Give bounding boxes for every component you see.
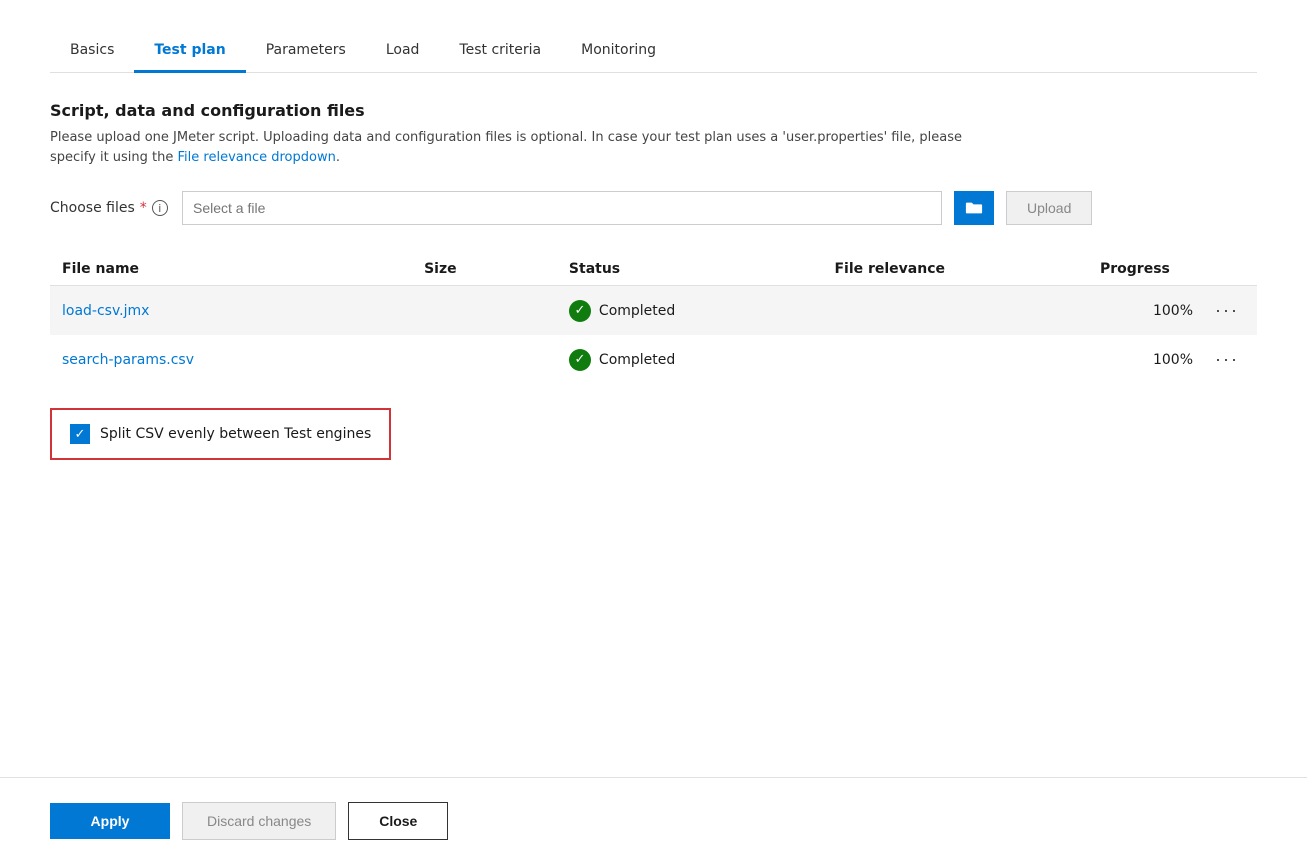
section-title: Script, data and configuration files [50, 101, 1257, 120]
relevance-cell-1 [822, 286, 1088, 336]
col-header-progress: Progress [1088, 253, 1257, 286]
tab-bar: Basics Test plan Parameters Load Test cr… [50, 30, 1257, 73]
status-check-icon-2 [569, 349, 591, 371]
more-options-button-2[interactable]: ··· [1209, 347, 1245, 372]
split-csv-checkbox-container[interactable]: Split CSV evenly between Test engines [50, 408, 391, 460]
status-check-icon-1 [569, 300, 591, 322]
tab-load[interactable]: Load [366, 30, 440, 73]
split-csv-label: Split CSV evenly between Test engines [100, 426, 371, 442]
file-browse-button[interactable] [954, 191, 994, 225]
tab-basics[interactable]: Basics [50, 30, 134, 73]
col-header-status: Status [557, 253, 823, 286]
files-table: File name Size Status File relevance Pro… [50, 253, 1257, 384]
footer: Apply Discard changes Close [0, 777, 1307, 864]
table-row: load-csv.jmx Completed 100% ··· [50, 286, 1257, 336]
filename-cell-2[interactable]: search-params.csv [50, 335, 412, 384]
progress-cell-2: 100% ··· [1088, 335, 1257, 384]
status-text-2: Completed [599, 352, 675, 368]
section-description: Please upload one JMeter script. Uploadi… [50, 128, 1000, 167]
info-icon[interactable]: i [152, 200, 168, 216]
upload-button[interactable]: Upload [1006, 191, 1092, 225]
status-cell-1: Completed [557, 286, 823, 336]
file-input-row: Choose files * i Upload [50, 191, 1257, 225]
col-header-relevance: File relevance [822, 253, 1088, 286]
relevance-cell-2 [822, 335, 1088, 384]
size-cell-1 [412, 286, 557, 336]
apply-button[interactable]: Apply [50, 803, 170, 839]
table-row: search-params.csv Completed 100% ··· [50, 335, 1257, 384]
tab-parameters[interactable]: Parameters [246, 30, 366, 73]
size-cell-2 [412, 335, 557, 384]
progress-value-1: 100% [1153, 303, 1193, 319]
close-button[interactable]: Close [348, 802, 448, 840]
status-text-1: Completed [599, 303, 675, 319]
file-select-input[interactable] [182, 191, 942, 225]
progress-cell-1: 100% ··· [1088, 286, 1257, 336]
split-csv-checkbox[interactable] [70, 424, 90, 444]
tab-test-criteria[interactable]: Test criteria [439, 30, 561, 73]
tab-monitoring[interactable]: Monitoring [561, 30, 676, 73]
tab-test-plan[interactable]: Test plan [134, 30, 245, 73]
filename-cell-1[interactable]: load-csv.jmx [50, 286, 412, 336]
col-header-size: Size [412, 253, 557, 286]
choose-files-label: Choose files * i [50, 200, 170, 216]
folder-icon [965, 199, 983, 217]
status-cell-2: Completed [557, 335, 823, 384]
progress-value-2: 100% [1153, 352, 1193, 368]
required-indicator: * [140, 200, 147, 216]
more-options-button-1[interactable]: ··· [1209, 298, 1245, 323]
file-relevance-link[interactable]: File relevance dropdown [178, 150, 336, 165]
discard-changes-button[interactable]: Discard changes [182, 802, 336, 840]
col-header-filename: File name [50, 253, 412, 286]
